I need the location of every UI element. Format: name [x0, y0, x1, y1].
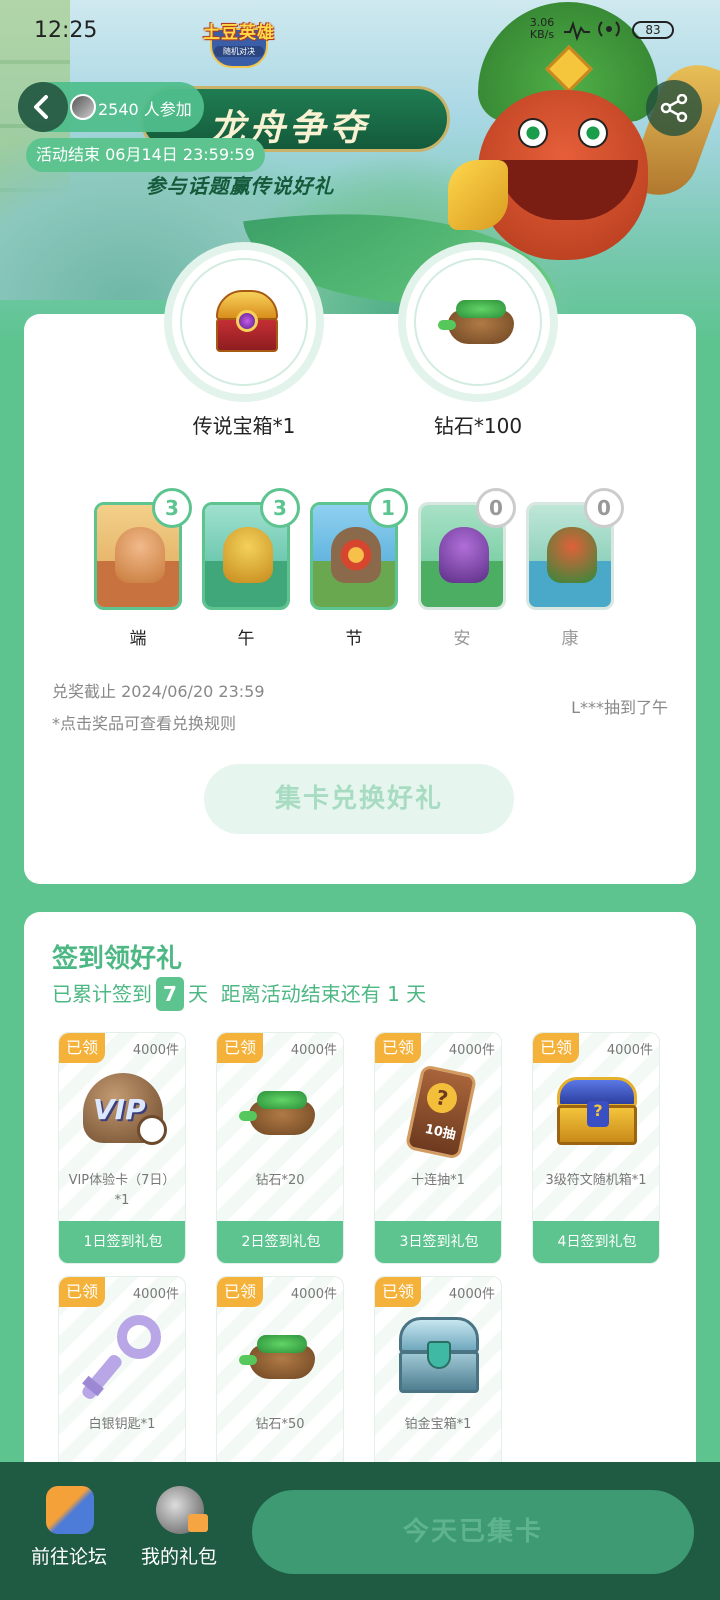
gift-day-3[interactable]: 已领 4000件 ? 10抽 十连抽*1 3日签到礼包	[374, 1032, 502, 1264]
claimed-tag: 已领	[533, 1033, 579, 1063]
gift-desc: 铂金宝箱*1	[404, 1417, 472, 1432]
gift-desc: 钻石*50	[255, 1417, 305, 1432]
share-button[interactable]	[646, 80, 702, 136]
gift-desc: VIP体验卡（7日）*1	[68, 1173, 176, 1208]
gift-footer: 3日签到礼包	[375, 1221, 501, 1263]
status-bar: 12:25 3.06 KB/s 83	[0, 0, 720, 60]
reward-legendary-chest[interactable]	[164, 242, 324, 402]
gift-stock: 4000件	[132, 1043, 179, 1058]
reward-diamonds[interactable]	[398, 242, 558, 402]
card-duan[interactable]: 3 端	[94, 488, 192, 649]
claimed-tag: 已领	[59, 1277, 105, 1307]
my-gifts-label: 我的礼包	[140, 1546, 217, 1568]
claimed-tag: 已领	[375, 1277, 421, 1307]
share-icon	[660, 94, 688, 122]
participants-count: 2540 人参加	[98, 100, 192, 119]
gift-stock: 4000件	[606, 1043, 653, 1058]
gift-day-1[interactable]: 已领 4000件 VIP VIP体验卡（7日）*1 1日签到礼包	[58, 1032, 186, 1264]
ten-draw-ticket-icon: ? 10抽	[389, 1064, 489, 1160]
silver-key-icon	[73, 1311, 173, 1402]
chevron-left-icon	[34, 95, 48, 119]
gift-footer: 1日签到礼包	[59, 1221, 185, 1263]
diamond-bag-icon	[239, 1331, 325, 1381]
card-an[interactable]: 0 安	[418, 488, 516, 649]
card-name: 安	[453, 629, 471, 649]
gift-stock: 4000件	[448, 1043, 495, 1058]
gift-footer: 2日签到礼包	[217, 1221, 343, 1263]
rune-chest-icon: ?	[547, 1067, 647, 1157]
checkin-panel: 签到领好礼 已累计签到 7 天 距离活动结束还有 1 天 已领 4000件 VIP …	[24, 912, 696, 1476]
checkin-summary: 已累计签到 7 天 距离活动结束还有 1 天	[52, 976, 427, 1013]
card-name: 节	[345, 629, 363, 649]
participants-pill: 2540 人参加	[18, 82, 204, 132]
reward-label: 钻石*100	[433, 414, 523, 438]
hotspot-icon	[598, 21, 620, 37]
diamond-bag-icon	[239, 1087, 325, 1137]
claimed-tag: 已领	[59, 1033, 105, 1063]
gift-box-icon	[188, 1514, 208, 1532]
gift-day-6[interactable]: 已领 4000件 钻石*50	[216, 1276, 344, 1476]
card-count-badge: 3	[152, 488, 192, 528]
network-speed: 3.06 KB/s	[529, 16, 555, 41]
winner-ticker: L***抽到了午	[571, 698, 668, 717]
card-count-badge: 3	[260, 488, 300, 528]
card-count-badge: 0	[584, 488, 624, 528]
claimed-tag: 已领	[375, 1033, 421, 1063]
forum-label: 前往论坛	[30, 1546, 107, 1568]
legendary-chest-icon	[212, 290, 282, 354]
redeem-deadline: 兑奖截止 2024/06/20 23:59	[52, 682, 265, 701]
gift-stock: 4000件	[448, 1287, 495, 1302]
card-name: 端	[129, 629, 147, 649]
card-name: 午	[237, 629, 255, 649]
checkin-title: 签到领好礼	[52, 944, 183, 974]
card-jie[interactable]: 1 节	[310, 488, 408, 649]
vip-card-icon: VIP	[73, 1067, 173, 1157]
forum-icon	[46, 1486, 94, 1534]
claimed-tag: 已领	[217, 1033, 263, 1063]
bottom-bar: 前往论坛 我的礼包 今天已集卡	[0, 1462, 720, 1600]
my-gifts-link[interactable]: 我的礼包	[134, 1486, 224, 1582]
card-count-badge: 0	[476, 488, 516, 528]
gift-day-4[interactable]: 已领 4000件 ? 3级符文随机箱*1 4日签到礼包	[532, 1032, 660, 1264]
days-remaining: 距离活动结束还有 1 天	[220, 982, 427, 1006]
diamond-bag-icon	[438, 296, 524, 346]
forum-link[interactable]: 前往论坛	[24, 1486, 114, 1582]
signal-pulse-icon	[564, 20, 590, 42]
exchange-button[interactable]: 集卡兑换好礼	[204, 764, 514, 834]
card-kang[interactable]: 0 康	[526, 488, 624, 649]
gift-day-2[interactable]: 已领 4000件 钻石*20 2日签到礼包	[216, 1032, 344, 1264]
gift-desc: 十连抽*1	[411, 1173, 465, 1188]
battery-icon: 83	[632, 21, 674, 39]
banner-subtitle: 参与话题赢传说好礼	[145, 174, 335, 198]
gift-day-5[interactable]: 已领 4000件 白银钥匙*1	[58, 1276, 186, 1476]
gift-desc: 钻石*20	[255, 1173, 305, 1188]
gift-stock: 4000件	[290, 1043, 337, 1058]
event-end-time: 活动结束 06月14日 23:59:59	[26, 138, 265, 172]
card-collection-panel: 传说宝箱*1 钻石*100 3 端 3 午 1 节 0 安 0 康 兑奖截止 2…	[24, 242, 696, 884]
gift-desc: 白银钥匙*1	[88, 1417, 156, 1432]
card-count-badge: 1	[368, 488, 408, 528]
reward-label: 传说宝箱*1	[192, 414, 296, 438]
gift-stock: 4000件	[132, 1287, 179, 1302]
claimed-tag: 已领	[217, 1277, 263, 1307]
card-wu[interactable]: 3 午	[202, 488, 300, 649]
gift-day-7[interactable]: 已领 4000件 铂金宝箱*1	[374, 1276, 502, 1476]
back-button[interactable]	[18, 82, 68, 132]
checkin-days: 7	[156, 976, 184, 1011]
rule-hint: *点击奖品可查看兑换规则	[52, 714, 237, 733]
gift-footer: 4日签到礼包	[533, 1221, 659, 1263]
card-name: 康	[561, 629, 579, 649]
today-collected-button[interactable]: 今天已集卡	[252, 1490, 694, 1574]
gift-stock: 4000件	[290, 1287, 337, 1302]
avatar	[70, 94, 96, 120]
platinum-chest-icon	[389, 1311, 489, 1401]
gift-desc: 3级符文随机箱*1	[545, 1173, 647, 1188]
status-time: 12:25	[34, 18, 98, 43]
